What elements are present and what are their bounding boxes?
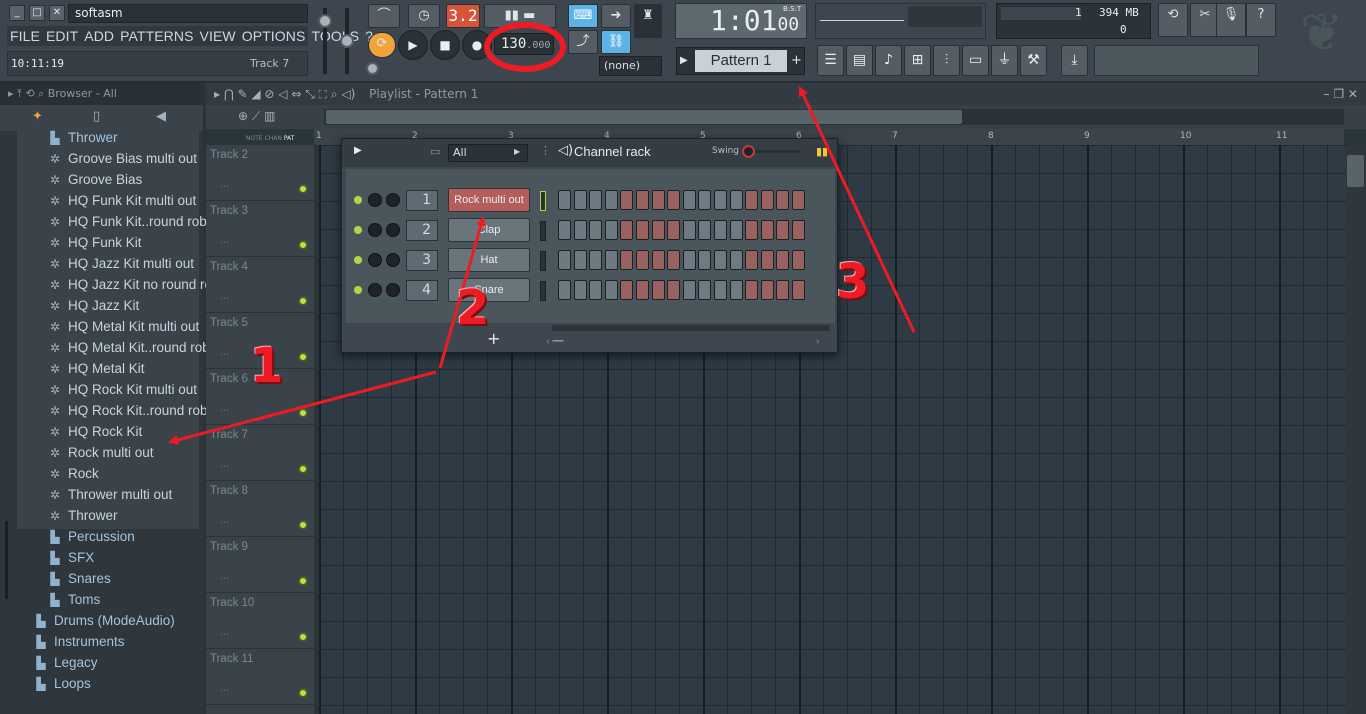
arrow-to-browser-item [168,370,437,445]
annotation-number-1: 1 [250,338,284,394]
annotation-arrows [168,86,916,445]
annotation-number-3: 3 [836,254,870,310]
annotation-number-2: 2 [456,280,490,336]
